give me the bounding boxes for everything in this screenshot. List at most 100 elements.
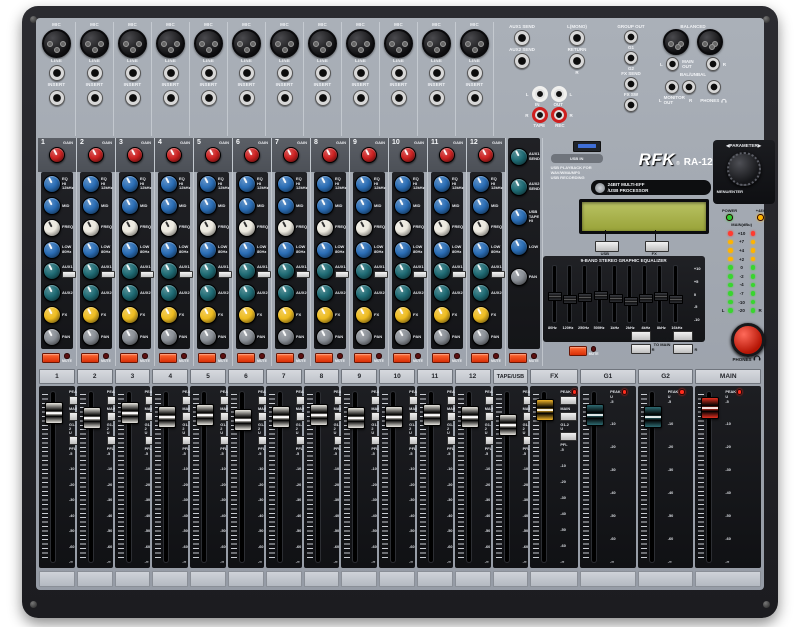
hi-eq-knob[interactable] — [277, 175, 295, 193]
geq-slider-cap[interactable] — [624, 297, 638, 306]
aux1-send-master-knob[interactable] — [510, 148, 528, 166]
fx-send-knob[interactable] — [433, 306, 451, 324]
aux1-pre-button[interactable] — [62, 271, 76, 278]
aux2-knob[interactable] — [394, 284, 412, 302]
geq-band-slider[interactable] — [607, 266, 622, 322]
gain-knob[interactable] — [283, 147, 299, 163]
channel-mute-button[interactable] — [315, 353, 333, 363]
aux1-knob[interactable] — [472, 262, 490, 280]
channel-mute-button[interactable] — [393, 353, 411, 363]
gain-knob[interactable] — [439, 147, 455, 163]
mid-freq-knob[interactable] — [316, 219, 334, 237]
gain-knob[interactable] — [88, 147, 104, 163]
aux2-knob[interactable] — [472, 284, 490, 302]
fader-cap[interactable] — [121, 402, 139, 424]
gain-knob[interactable] — [49, 147, 65, 163]
pan-knob[interactable] — [82, 328, 100, 346]
aux1-pre-button[interactable] — [257, 271, 271, 278]
g1-to-main-r-button[interactable]: R — [631, 344, 651, 354]
mid-eq-knob[interactable] — [238, 197, 256, 215]
fader-cap[interactable] — [385, 406, 403, 428]
aux1-pre-button[interactable] — [218, 271, 232, 278]
mid-freq-knob[interactable] — [433, 219, 451, 237]
aux1-knob[interactable] — [355, 262, 373, 280]
aux2-knob[interactable] — [199, 284, 217, 302]
hi-eq-knob[interactable] — [433, 175, 451, 193]
low-eq-knob[interactable] — [160, 241, 178, 259]
aux1-knob[interactable] — [160, 262, 178, 280]
mid-eq-knob[interactable] — [277, 197, 295, 215]
aux2-knob[interactable] — [121, 284, 139, 302]
channel-mute-button[interactable] — [120, 353, 138, 363]
mid-freq-knob[interactable] — [355, 219, 373, 237]
low-eq-knob[interactable] — [316, 241, 334, 259]
aux1-knob[interactable] — [316, 262, 334, 280]
pan-knob[interactable] — [43, 328, 61, 346]
low-eq-knob[interactable] — [355, 241, 373, 259]
parameter-knob[interactable] — [727, 152, 761, 186]
low-eq-knob[interactable] — [238, 241, 256, 259]
low-eq-knob[interactable] — [394, 241, 412, 259]
fx-send-knob[interactable] — [43, 306, 61, 324]
channel-mute-button[interactable] — [198, 353, 216, 363]
mid-freq-knob[interactable] — [199, 219, 217, 237]
gain-knob[interactable] — [322, 147, 338, 163]
gain-knob[interactable] — [127, 147, 143, 163]
channel-mute-button[interactable] — [432, 353, 450, 363]
pan-knob[interactable] — [472, 328, 490, 346]
mid-eq-knob[interactable] — [199, 197, 217, 215]
pan-knob[interactable] — [121, 328, 139, 346]
aux1-knob[interactable] — [199, 262, 217, 280]
mid-freq-knob[interactable] — [160, 219, 178, 237]
hi-eq-knob[interactable] — [199, 175, 217, 193]
pan-knob[interactable] — [160, 328, 178, 346]
gain-knob[interactable] — [166, 147, 182, 163]
mid-freq-knob[interactable] — [82, 219, 100, 237]
mid-freq-knob[interactable] — [121, 219, 139, 237]
gain-knob[interactable] — [478, 147, 494, 163]
fx-send-knob[interactable] — [160, 306, 178, 324]
aux1-pre-button[interactable] — [179, 271, 193, 278]
fader-cap[interactable] — [644, 406, 662, 428]
aux2-knob[interactable] — [43, 284, 61, 302]
aux1-knob[interactable] — [43, 262, 61, 280]
channel-mute-button[interactable] — [354, 353, 372, 363]
geq-band-slider[interactable] — [652, 266, 667, 322]
aux1-pre-button[interactable] — [374, 271, 388, 278]
aux1-knob[interactable] — [238, 262, 256, 280]
mid-freq-knob[interactable] — [277, 219, 295, 237]
mid-eq-knob[interactable] — [433, 197, 451, 215]
g1-2-assign-button[interactable] — [560, 412, 577, 421]
geq-band-slider[interactable] — [622, 266, 637, 322]
aux1-pre-button[interactable] — [101, 271, 115, 278]
usb-tape-low-knob[interactable] — [510, 238, 528, 256]
geq-slider-cap[interactable] — [609, 294, 623, 303]
fader-cap[interactable] — [701, 397, 719, 419]
g1-to-main-l-button[interactable]: L — [631, 331, 651, 341]
low-eq-knob[interactable] — [472, 241, 490, 259]
pan-knob[interactable] — [238, 328, 256, 346]
fader-cap[interactable] — [310, 404, 328, 426]
hi-eq-knob[interactable] — [394, 175, 412, 193]
phones-level-knob[interactable] — [731, 323, 765, 357]
mid-eq-knob[interactable] — [160, 197, 178, 215]
hi-eq-knob[interactable] — [82, 175, 100, 193]
geq-band-slider[interactable] — [547, 266, 562, 322]
pan-knob[interactable] — [199, 328, 217, 346]
fader-cap[interactable] — [423, 404, 441, 426]
fx-send-knob[interactable] — [199, 306, 217, 324]
mid-eq-knob[interactable] — [394, 197, 412, 215]
pan-knob[interactable] — [355, 328, 373, 346]
geq-band-slider[interactable] — [562, 266, 577, 322]
fader-cap[interactable] — [499, 414, 517, 436]
fader-cap[interactable] — [234, 409, 252, 431]
fx-send-knob[interactable] — [82, 306, 100, 324]
pan-knob[interactable] — [433, 328, 451, 346]
pan-knob[interactable] — [277, 328, 295, 346]
mid-freq-knob[interactable] — [394, 219, 412, 237]
tape-usb-mute-button[interactable] — [509, 353, 527, 363]
mid-eq-knob[interactable] — [472, 197, 490, 215]
pfl-button[interactable] — [560, 432, 577, 441]
geq-band-slider[interactable] — [577, 266, 592, 322]
channel-mute-button[interactable] — [81, 353, 99, 363]
